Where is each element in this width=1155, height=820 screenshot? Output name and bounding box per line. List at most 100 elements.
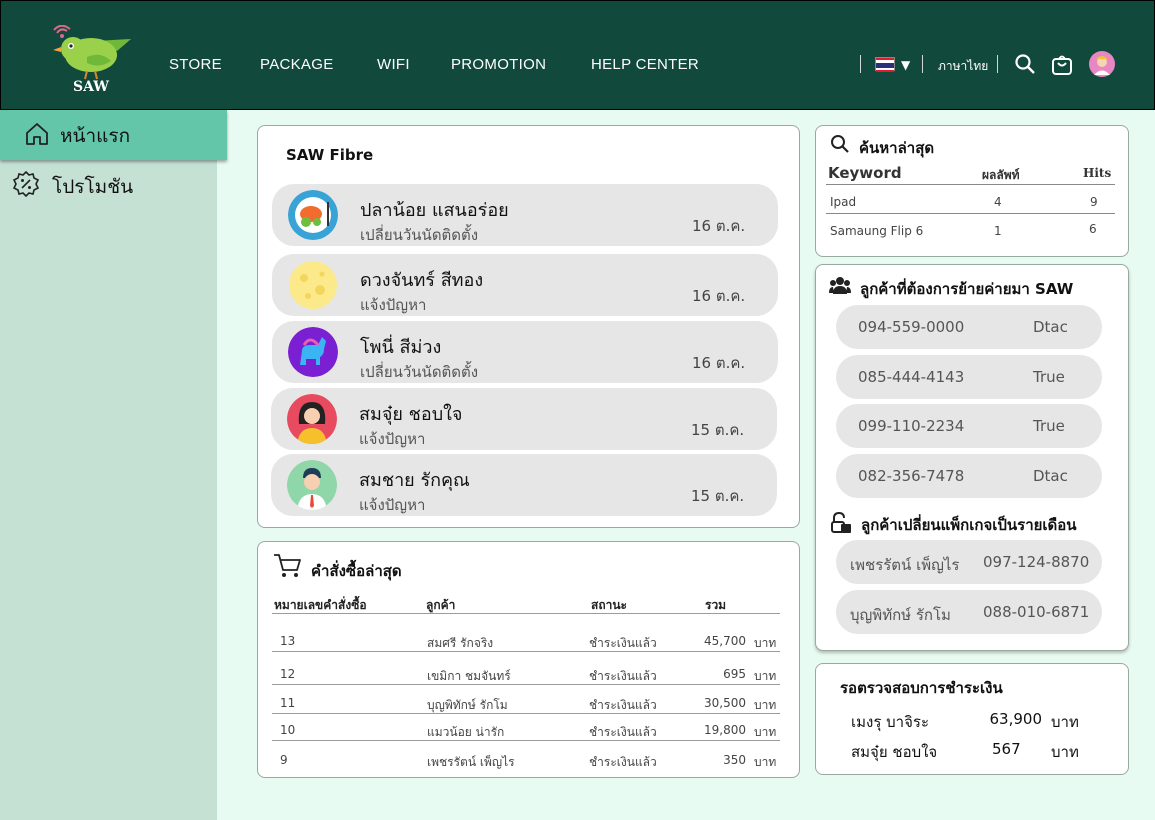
nav-help-center[interactable]: HELP CENTER <box>591 56 699 73</box>
hit-count: 9 <box>1090 195 1098 209</box>
list-item[interactable]: 099-110-2234 True <box>836 404 1102 448</box>
keyword[interactable]: Ipad <box>830 195 856 209</box>
table-row[interactable]: 12 เขมิกา ชมจันทร์ ชำระเงินแล้ว 695 บาท <box>272 659 780 685</box>
request-status: แจ้งปัญหา <box>359 496 426 514</box>
brand-name: SAW <box>73 79 109 95</box>
discount-badge-icon <box>12 170 40 202</box>
language-selector[interactable]: ภาษาไทย <box>938 57 988 76</box>
list-item[interactable]: บุญพิทักษ์ รักโม 088-010-6871 <box>836 590 1102 634</box>
search-icon <box>830 134 850 158</box>
top-navigation-bar: SAW STORE PACKAGE WIFI PROMOTION HELP CE… <box>0 0 1155 110</box>
header-divider <box>272 613 780 614</box>
phone-number: 099-110-2234 <box>858 417 965 435</box>
currency: บาท <box>1051 743 1079 761</box>
list-item[interactable]: 082-356-7478 Dtac <box>836 454 1102 498</box>
cart-icon[interactable] <box>1050 52 1074 80</box>
list-item[interactable]: เพชรรัตน์ เพ็ญไร 097-124-8870 <box>836 540 1102 584</box>
list-item[interactable]: สมชาย รักคุณ แจ้งปัญหา 15 ต.ค. <box>271 454 777 516</box>
card-title: คำสั่งซื้อล่าสุด <box>311 562 402 580</box>
payment-amount: 567 <box>992 740 1021 758</box>
customer-name: สมศรี รักจริง <box>427 636 494 650</box>
row-divider <box>826 213 1115 214</box>
nav-promotion[interactable]: PROMOTION <box>451 56 546 73</box>
result-count: 1 <box>994 224 1002 238</box>
customer-name: บุญพิทักษ์ รักโม <box>427 698 508 712</box>
list-item[interactable]: ปลาน้อย แสนอร่อย เปลี่ยนวันนัดติดตั้ง 16… <box>272 184 778 246</box>
list-item[interactable]: โพนี่ สีม่วง เปลี่ยนวันนัดติดตั้ง 16 ต.ค… <box>272 321 778 383</box>
nav-wifi[interactable]: WIFI <box>377 56 410 73</box>
date-label: 16 ต.ค. <box>692 354 746 372</box>
table-row[interactable]: 11 บุญพิทักษ์ รักโม ชำระเงินแล้ว 30,500 … <box>272 688 780 714</box>
table-row[interactable]: 13 สมศรี รักจริง ชำระเงินแล้ว 45,700 บาท <box>272 626 780 652</box>
user-avatar[interactable] <box>1089 51 1115 81</box>
order-id: 13 <box>280 634 296 648</box>
list-item[interactable]: 094-559-0000 Dtac <box>836 305 1102 349</box>
woman-avatar <box>287 394 337 444</box>
payment-amount: 63,900 <box>989 710 1043 728</box>
phone-number: 082-356-7478 <box>858 467 965 485</box>
customer-name: เมงรุ บาจิระ <box>851 713 930 731</box>
currency: บาท <box>754 725 777 739</box>
caret-down-icon[interactable]: ▼ <box>901 58 910 72</box>
payment-status: ชำระเงินแล้ว <box>589 755 657 769</box>
pony-avatar <box>288 327 338 377</box>
column-header-keyword: Keyword <box>828 164 902 182</box>
customer-name: แมวน้อย น่ารัก <box>427 725 505 739</box>
latest-orders-card: คำสั่งซื้อล่าสุด หมายเลขคำสั่งซื้อ ลูกค้… <box>257 541 800 778</box>
order-id: 9 <box>280 753 288 767</box>
customer-name: ดวงจันทร์ สีทอง <box>360 270 484 291</box>
carrier-name: True <box>1033 368 1065 386</box>
nav-store[interactable]: STORE <box>169 56 222 73</box>
request-status: เปลี่ยนวันนัดติดตั้ง <box>360 226 479 244</box>
payment-status: ชำระเงินแล้ว <box>589 636 657 650</box>
currency: บาท <box>754 669 777 683</box>
list-item[interactable]: สมจุ๋ย ชอบใจ แจ้งปัญหา 15 ต.ค. <box>271 388 777 450</box>
phone-number: 088-010-6871 <box>983 603 1090 621</box>
list-item[interactable]: 085-444-4143 True <box>836 355 1102 399</box>
list-item[interactable]: ดวงจันทร์ สีทอง แจ้งปัญหา 16 ต.ค. <box>272 254 778 316</box>
sidebar-item-promotion[interactable]: โปรโมชัน <box>0 162 217 206</box>
date-label: 15 ต.ค. <box>691 487 745 505</box>
search-icon[interactable] <box>1014 53 1036 79</box>
request-status: เปลี่ยนวันนัดติดตั้ง <box>360 363 479 381</box>
sidebar-item-label: โปรโมชัน <box>52 176 134 198</box>
customer-name: บุญพิทักษ์ รักโม <box>850 606 951 624</box>
order-total: 695 <box>723 667 746 681</box>
cart-icon <box>272 552 302 584</box>
customer-name: เพชรรัตน์ เพ็ญไร <box>850 556 960 574</box>
order-total: 45,700 <box>704 634 746 648</box>
payment-status: ชำระเงินแล้ว <box>589 725 657 739</box>
card-title: SAW Fibre <box>286 146 374 164</box>
order-total: 350 <box>723 753 746 767</box>
nav-package[interactable]: PACKAGE <box>260 56 334 73</box>
table-row[interactable]: 10 แมวน้อย น่ารัก ชำระเงินแล้ว 19,800 บา… <box>272 715 780 741</box>
hit-count: 6 <box>1089 222 1097 236</box>
currency: บาท <box>754 636 777 650</box>
man-avatar <box>287 460 337 510</box>
thailand-flag-icon[interactable] <box>875 57 895 73</box>
currency: บาท <box>754 755 777 769</box>
request-status: แจ้งปัญหา <box>360 296 427 314</box>
home-icon <box>24 121 50 151</box>
recent-search-card: ค้นหาล่าสุด Keyword ผลลัพท์ Hits Ipad 4 … <box>815 125 1129 257</box>
saw-fibre-card: SAW Fibre ปลาน้อย แสนอร่อย เปลี่ยนวันนัด… <box>257 125 800 528</box>
sidebar-item-label: หน้าแรก <box>60 125 131 147</box>
sidebar-item-home[interactable]: หน้าแรก <box>0 110 227 160</box>
card-title: ค้นหาล่าสุด <box>859 139 935 157</box>
users-group-icon <box>829 275 851 299</box>
customer-name: เขมิกา ชมจันทร์ <box>427 669 511 683</box>
table-row[interactable]: 9 เพชรรัตน์ เพ็ญไร ชำระเงินแล้ว 350 บาท <box>272 745 780 771</box>
order-id: 10 <box>280 723 296 737</box>
keyword[interactable]: Samaung Flip 6 <box>830 224 923 238</box>
card-title: ลูกค้าเปลี่ยนแพ็กเกจเป็นรายเดือน <box>861 516 1077 534</box>
payment-status: ชำระเงินแล้ว <box>589 698 657 712</box>
pending-payments-card: รอตรวจสอบการชำระเงิน เมงรุ บาจิระ 63,900… <box>815 663 1129 775</box>
date-label: 16 ต.ค. <box>692 217 746 235</box>
moon-avatar <box>288 260 338 310</box>
order-total: 19,800 <box>704 723 746 737</box>
customer-name: โพนี่ สีม่วง <box>360 337 442 358</box>
carrier-name: True <box>1033 417 1065 435</box>
column-header-results: ผลลัพท์ <box>982 168 1020 182</box>
carrier-name: Dtac <box>1033 467 1068 485</box>
customer-requests-card: ลูกค้าที่ต้องการย้ายค่ายมา SAW 094-559-0… <box>815 264 1129 651</box>
